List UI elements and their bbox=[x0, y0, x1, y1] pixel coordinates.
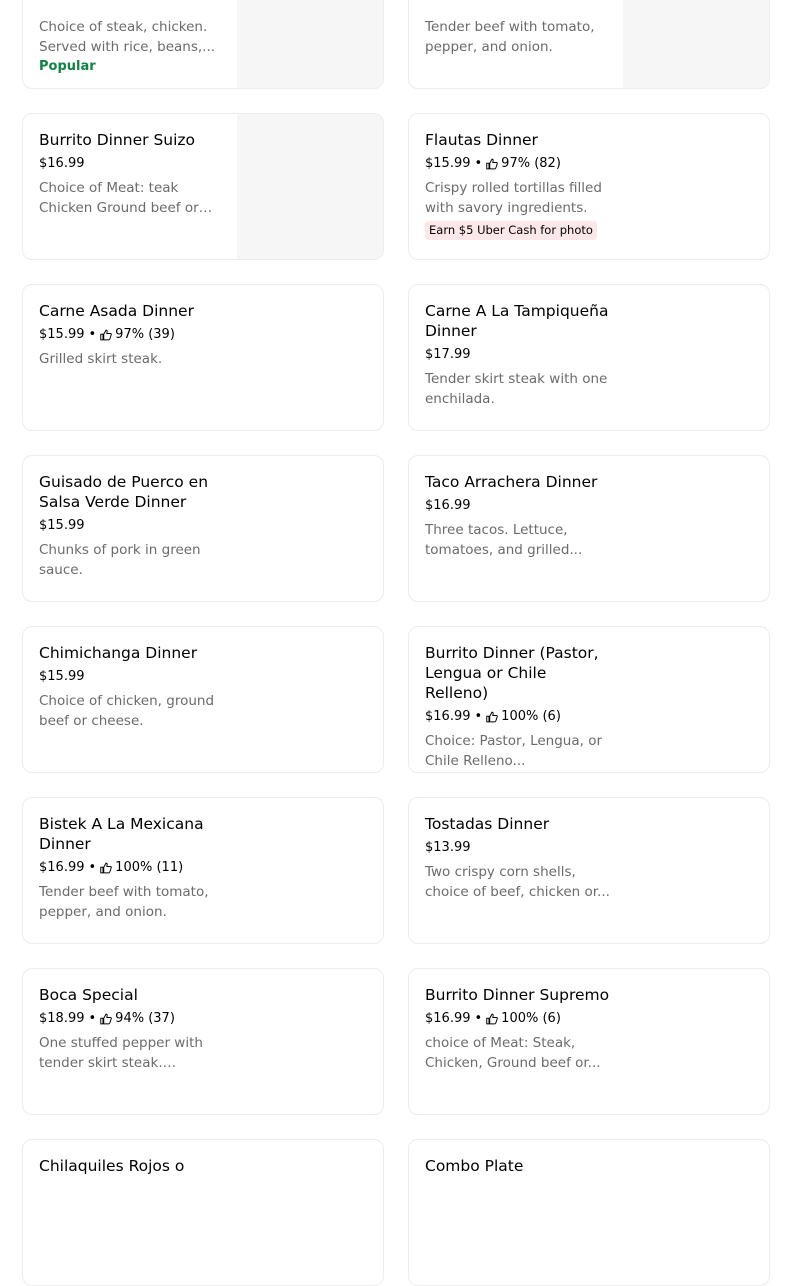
item-title: Burrito Dinner Suizo bbox=[39, 131, 196, 149]
menu-item-card[interactable]: Tostadas Dinner $13.99 Two crispy corn s… bbox=[408, 797, 770, 944]
menu-item-card[interactable]: Burrito Dinner Supremo $16.99 • 100% (6)… bbox=[408, 968, 770, 1115]
menu-item-card[interactable]: Taco Arrachera Dinner $16.99 Three tacos… bbox=[408, 455, 770, 602]
item-meta: $16.99 • 100% (6) bbox=[425, 1009, 611, 1029]
popular-badge: Popular bbox=[39, 59, 96, 74]
menu-item-card[interactable]: Carne A La Tampiqueña Dinner $17.99 Tend… bbox=[408, 284, 770, 431]
item-title: Combo Plate bbox=[425, 1157, 524, 1175]
item-meta: $16.99 bbox=[39, 154, 225, 174]
item-price: $18.99 bbox=[39, 1011, 85, 1026]
menu-item-card[interactable]: Burrito Dinner (Pastor, Lengua or Chile … bbox=[408, 626, 770, 773]
item-title: Chimichanga Dinner bbox=[39, 644, 198, 662]
menu-item-card[interactable]: Boca Special $18.99 • 94% (37) One stuff… bbox=[22, 968, 384, 1115]
menu-item-card[interactable]: Choice of steak, chicken. Served with ri… bbox=[22, 0, 384, 89]
item-image bbox=[237, 0, 383, 88]
item-title: Bistek A La Mexicana Dinner bbox=[39, 815, 204, 853]
item-description: Choice: Pastor, Lengua, or Chile Relleno… bbox=[425, 733, 603, 769]
item-description: Tender beef with tomato, pepper, and oni… bbox=[425, 19, 595, 55]
item-rating: 100% (6) bbox=[501, 1011, 561, 1026]
menu-item-card[interactable]: Flautas Dinner $15.99 • 97% (82) Crispy … bbox=[408, 113, 770, 260]
item-meta: $15.99 • 97% (39) bbox=[39, 325, 225, 345]
item-title: Chilaquiles Rojos o bbox=[39, 1157, 185, 1175]
menu-item-card[interactable]: Tender beef with tomato, pepper, and oni… bbox=[408, 0, 770, 89]
item-description: Chunks of pork in green sauce. bbox=[39, 542, 201, 578]
menu-item-card[interactable]: Carne Asada Dinner $15.99 • 97% (39) Gri… bbox=[22, 284, 384, 431]
item-title: Boca Special bbox=[39, 986, 138, 1004]
item-price: $16.99 bbox=[425, 709, 471, 724]
uber-cash-photo-badge: Earn $5 Uber Cash for photo bbox=[425, 221, 597, 240]
menu-item-card[interactable]: Chilaquiles Rojos o bbox=[22, 1139, 384, 1286]
item-meta: $16.99 • 100% (6) bbox=[425, 707, 611, 727]
item-rating: 97% (82) bbox=[501, 156, 561, 171]
item-description: Crispy rolled tortillas filled with savo… bbox=[425, 180, 602, 216]
menu-item-card[interactable]: Chimichanga Dinner $15.99 Choice of chic… bbox=[22, 626, 384, 773]
item-price: $17.99 bbox=[425, 347, 471, 362]
item-title: Carne A La Tampiqueña Dinner bbox=[425, 302, 609, 340]
item-price: $15.99 bbox=[39, 669, 85, 684]
item-price: $16.99 bbox=[39, 860, 85, 875]
item-rating: 100% (6) bbox=[501, 709, 561, 724]
item-rating: 94% (37) bbox=[115, 1011, 175, 1026]
item-title: Carne Asada Dinner bbox=[39, 302, 194, 320]
menu-items-grid: Choice of steak, chicken. Served with ri… bbox=[0, 0, 804, 1286]
thumbs-up-icon bbox=[486, 158, 498, 170]
item-meta: $18.99 • 94% (37) bbox=[39, 1009, 225, 1029]
menu-item-card[interactable]: Bistek A La Mexicana Dinner $16.99 • 100… bbox=[22, 797, 384, 944]
item-meta: $15.99 bbox=[39, 516, 225, 536]
item-description: Choice of chicken, ground beef or cheese… bbox=[39, 693, 215, 729]
item-price: $15.99 bbox=[425, 156, 471, 171]
item-meta: $16.99 bbox=[425, 496, 611, 516]
thumbs-up-icon bbox=[100, 1013, 112, 1025]
item-price: $16.99 bbox=[425, 498, 471, 513]
item-title: Guisado de Puerco en Salsa Verde Dinner bbox=[39, 473, 209, 511]
thumbs-up-icon bbox=[100, 329, 112, 341]
item-description: One stuffed pepper with tender skirt ste… bbox=[39, 1035, 203, 1071]
item-price: $15.99 bbox=[39, 518, 85, 533]
item-price: $16.99 bbox=[425, 1011, 471, 1026]
item-rating: 100% (11) bbox=[115, 860, 184, 875]
item-meta: $16.99 • 100% (11) bbox=[39, 858, 225, 878]
item-price: $13.99 bbox=[425, 840, 471, 855]
item-image bbox=[237, 114, 383, 259]
item-title: Taco Arrachera Dinner bbox=[425, 473, 598, 491]
item-title: Tostadas Dinner bbox=[425, 815, 550, 833]
item-title: Flautas Dinner bbox=[425, 131, 538, 149]
thumbs-up-icon bbox=[486, 711, 498, 723]
item-description: Two crispy corn shells, choice of beef, … bbox=[425, 864, 610, 900]
thumbs-up-icon bbox=[100, 862, 112, 874]
item-price: $16.99 bbox=[39, 156, 85, 171]
item-description: Grilled skirt steak. bbox=[39, 351, 163, 367]
item-rating: 97% (39) bbox=[115, 327, 175, 342]
menu-item-card[interactable]: Burrito Dinner Suizo $16.99 Choice of Me… bbox=[22, 113, 384, 260]
menu-item-card[interactable]: Combo Plate bbox=[408, 1139, 770, 1286]
item-description: Tender beef with tomato, pepper, and oni… bbox=[39, 884, 209, 920]
item-price: $15.99 bbox=[39, 327, 85, 342]
item-meta: $15.99 • 97% (82) bbox=[425, 154, 611, 174]
item-description: Choice of Meat: teak Chicken Ground beef… bbox=[39, 180, 199, 216]
item-meta: $15.99 bbox=[39, 667, 225, 687]
menu-item-card[interactable]: Guisado de Puerco en Salsa Verde Dinner … bbox=[22, 455, 384, 602]
item-description: Tender skirt steak with one enchilada. bbox=[425, 371, 608, 407]
item-description: Choice of steak, chicken. Served with ri… bbox=[39, 19, 216, 55]
item-image bbox=[623, 0, 769, 88]
item-meta: $17.99 bbox=[425, 345, 611, 365]
item-title: Burrito Dinner (Pastor, Lengua or Chile … bbox=[425, 644, 599, 702]
item-title: Burrito Dinner Supremo bbox=[425, 986, 610, 1004]
item-meta: $13.99 bbox=[425, 838, 611, 858]
item-description: choice of Meat: Steak, Chicken, Ground b… bbox=[425, 1035, 601, 1071]
item-description: Three tacos. Lettuce, tomatoes, and gril… bbox=[425, 522, 583, 558]
thumbs-up-icon bbox=[486, 1013, 498, 1025]
